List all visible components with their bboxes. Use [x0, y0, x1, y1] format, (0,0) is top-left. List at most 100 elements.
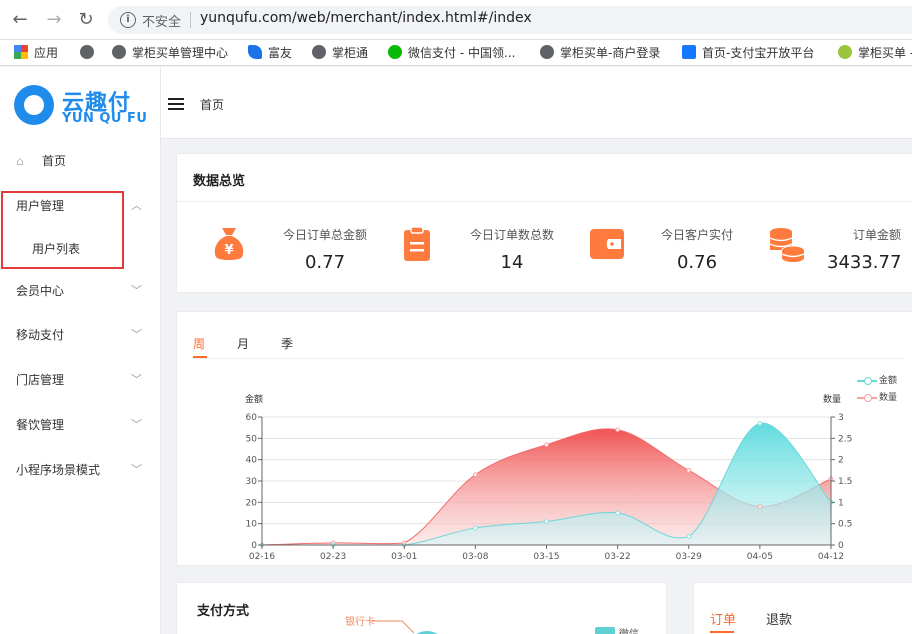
- card-divider: [177, 201, 912, 202]
- y-tick-label-left: 10: [246, 520, 258, 530]
- data-point: [757, 421, 763, 426]
- data-point: [615, 510, 620, 516]
- payment-card: 支付方式 银行卡 微信: [176, 582, 667, 634]
- tab-month[interactable]: 月: [237, 335, 249, 352]
- tab-week[interactable]: 周: [193, 335, 205, 352]
- bookmark-4[interactable]: 掌柜通: [312, 44, 368, 62]
- overview-card: 数据总览 ¥ 今日订单总金额 0.77 今日订单数总数 14 今日客户实付 0.…: [176, 153, 912, 293]
- bookmark-2[interactable]: 掌柜买单管理中心: [112, 44, 228, 62]
- breadcrumb: 首页: [200, 98, 225, 112]
- bookmark-apps[interactable]: 应用: [14, 44, 58, 62]
- stat-value: 0.76: [676, 252, 718, 273]
- bookmark-6[interactable]: 掌柜买单-商户登录: [540, 44, 660, 62]
- trend-chart: 0 0 10 0.5 20 1 30 1.5 40 2 50 2.5 60 3 02-16 02-23 03-0…: [245, 393, 852, 562]
- back-arrow-icon[interactable]: ←: [8, 8, 32, 32]
- data-point: [544, 442, 549, 448]
- overview-title: 数据总览: [193, 174, 246, 189]
- stat-value: 0.77: [304, 252, 346, 273]
- legend-wechat-marker: [595, 627, 615, 634]
- bookmark-7[interactable]: 首页-支付宝开放平台: [682, 44, 814, 62]
- y-tick-label-left: 40: [246, 456, 258, 466]
- wallet-icon: [590, 229, 624, 259]
- svg-text:¥: ¥: [224, 243, 233, 258]
- stat-label: 订单金额: [852, 228, 901, 242]
- chevron-up-icon: ︿: [131, 199, 142, 212]
- insecure-label: 不安全: [142, 15, 182, 30]
- stat-label: 今日订单总金额: [282, 228, 367, 242]
- sidebar: 云趣付 YUN QU FU ⌂ 首页 用户管理 ︿ 用户列表 会员中心 ﹀ 移动支…: [0, 67, 161, 634]
- chevron-down-icon: ﹀: [131, 373, 142, 386]
- legend-wechat[interactable]: 微信: [619, 625, 639, 634]
- alipay-icon: [682, 45, 696, 59]
- url-text[interactable]: yunqufu.com/web/merchant/index.html#/ind…: [200, 10, 532, 26]
- clipboard-icon: [404, 226, 430, 261]
- tab-orders[interactable]: 订单: [710, 609, 736, 628]
- reload-icon[interactable]: ↻: [74, 8, 98, 32]
- data-point: [473, 525, 478, 531]
- y-tick-label-left: 30: [246, 477, 258, 487]
- y-tick-label-left: 50: [246, 434, 258, 444]
- bookmark-5[interactable]: 微信支付 - 中国领...: [388, 44, 515, 62]
- y-axis-label-left: 金额: [245, 393, 263, 405]
- sidebar-item-miniprogram[interactable]: 小程序场景模式 ﹀: [0, 450, 160, 490]
- address-bar[interactable]: i 不安全 yunqufu.com/web/merchant/index.htm…: [108, 6, 912, 34]
- pie-label-bank: 银行卡: [345, 617, 375, 628]
- fuiou-icon: [248, 45, 262, 59]
- data-point: [686, 534, 692, 539]
- forward-arrow-icon[interactable]: →: [42, 8, 66, 32]
- y-tick-label-right: 3: [838, 413, 844, 423]
- stat-label: 今日客户实付: [660, 228, 733, 242]
- menu-toggle-icon[interactable]: [168, 98, 184, 110]
- sidebar-item-catering[interactable]: 餐饮管理 ﹀: [0, 405, 160, 445]
- sidebar-item-mobile-pay[interactable]: 移动支付 ﹀: [0, 315, 160, 355]
- x-tick-label: 04-05: [747, 552, 773, 562]
- tab-refunds[interactable]: 退款: [766, 609, 792, 628]
- info-icon[interactable]: i: [120, 12, 136, 28]
- x-tick-label: 02-23: [320, 552, 346, 562]
- data-point: [544, 519, 549, 524]
- bookmark-8[interactable]: 掌柜买单 -: [838, 44, 912, 62]
- sidebar-item-home[interactable]: ⌂ 首页: [0, 141, 160, 181]
- x-tick-label: 03-08: [462, 552, 488, 562]
- home-icon: ⌂: [16, 154, 24, 168]
- coins-stack-icon: [769, 228, 805, 262]
- globe-icon: [80, 45, 94, 59]
- x-tick-label: 02-16: [249, 552, 275, 562]
- chevron-down-icon: ﹀: [131, 284, 142, 297]
- y-tick-label-right: 2: [838, 456, 844, 466]
- globe-icon: [112, 45, 126, 59]
- x-tick-label: 03-01: [391, 552, 417, 562]
- data-point: [473, 472, 478, 477]
- chevron-down-icon: ﹀: [131, 463, 142, 476]
- apps-grid-icon: [14, 45, 28, 59]
- bookmark-1[interactable]: [80, 44, 100, 62]
- y-tick-label-right: 1.5: [838, 477, 852, 487]
- y-tick-label-right: 1: [838, 498, 844, 508]
- tab-quarter[interactable]: 季: [281, 335, 293, 352]
- y-axis-label-right: 数量: [823, 393, 841, 405]
- globe-icon: [540, 45, 554, 59]
- sidebar-item-store-management[interactable]: 门店管理 ﹀: [0, 360, 160, 400]
- stat-value: 3433.77: [827, 252, 902, 273]
- sidebar-item-member-center[interactable]: 会员中心 ﹀: [0, 271, 160, 311]
- highlight-annotation: [1, 191, 124, 269]
- globe-icon: [312, 45, 326, 59]
- x-tick-label: 04-12: [818, 552, 844, 562]
- y-tick-label-left: 20: [246, 498, 258, 508]
- wechat-icon: [388, 45, 402, 59]
- y-tick-label-right: 0.5: [838, 520, 852, 530]
- tab-underline: [710, 631, 734, 633]
- orders-card: 订单 退款: [693, 582, 912, 634]
- tab-divider: [193, 358, 905, 359]
- data-point: [757, 504, 763, 509]
- x-tick-label: 03-15: [533, 552, 559, 562]
- logo[interactable]: 云趣付 YUN QU FU: [14, 81, 154, 131]
- data-point: [615, 427, 620, 433]
- chevron-down-icon: ﹀: [131, 418, 142, 431]
- data-point: [686, 468, 692, 473]
- y-tick-label-right: 0: [838, 541, 844, 551]
- bookmark-3[interactable]: 富友: [248, 44, 292, 62]
- logo-text-en: YUN QU FU: [62, 111, 148, 126]
- money-bag-icon: ¥: [214, 228, 244, 260]
- chevron-down-icon: ﹀: [131, 328, 142, 341]
